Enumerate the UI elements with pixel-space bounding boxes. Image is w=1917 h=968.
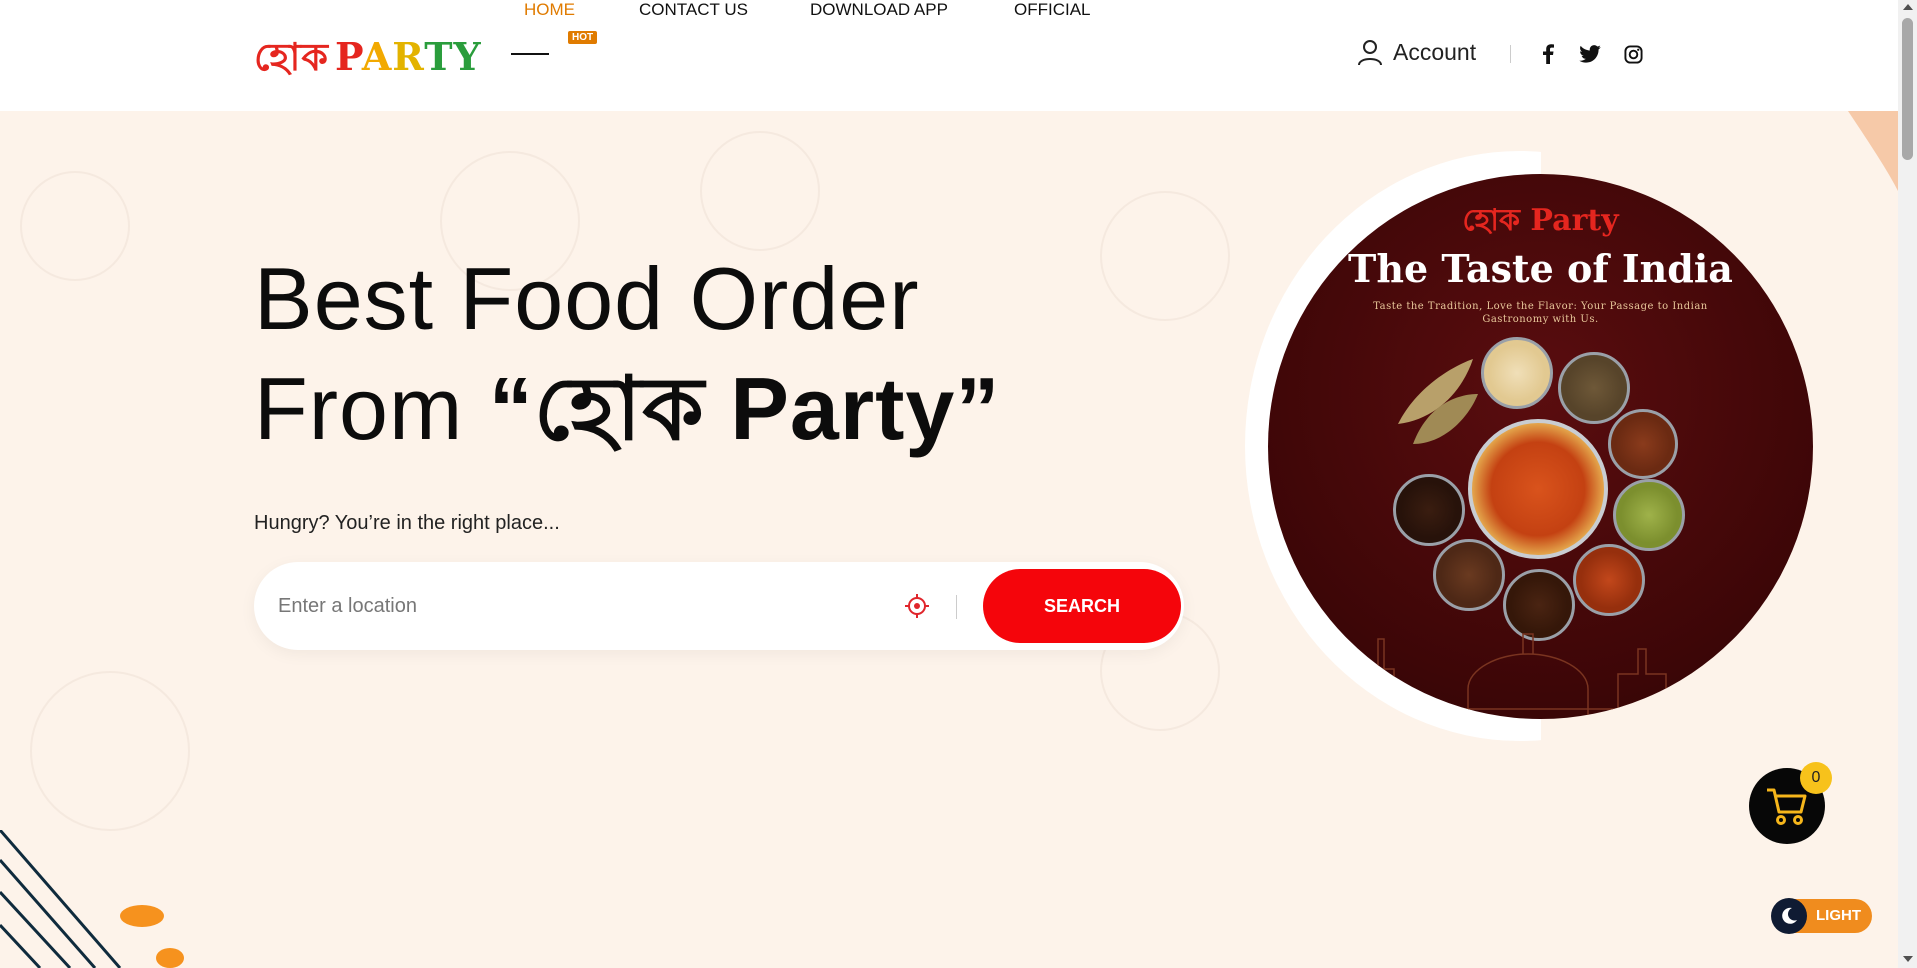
nav-home[interactable]: HOME bbox=[524, 0, 575, 20]
poster-logo: হোক Party bbox=[1268, 196, 1813, 247]
decorative-stripes bbox=[0, 830, 184, 968]
location-search-bar: SEARCH bbox=[254, 562, 1184, 650]
poster-subtitle: Taste the Tradition, Love the Flavor: Yo… bbox=[1373, 301, 1708, 325]
spice-bowl bbox=[1613, 479, 1685, 551]
theme-toggle[interactable]: LIGHT bbox=[1771, 898, 1872, 934]
hero-headline-line1: Best Food Order bbox=[254, 249, 920, 348]
user-icon bbox=[1358, 40, 1382, 66]
logo-party-text: PARTY bbox=[335, 34, 482, 79]
hero-headline-prefix: From bbox=[254, 359, 489, 458]
taste-of-india-poster: হোক Party The Taste of India Taste the T… bbox=[1268, 174, 1813, 719]
background-doodle bbox=[20, 171, 130, 281]
biryani-bowl bbox=[1468, 419, 1608, 559]
page-scrollbar[interactable] bbox=[1898, 0, 1917, 968]
search-button[interactable]: SEARCH bbox=[983, 569, 1181, 643]
spice-bowl bbox=[1393, 474, 1465, 546]
instagram-icon[interactable] bbox=[1622, 43, 1644, 65]
account-label: Account bbox=[1393, 38, 1477, 65]
hero-headline-brand: “হোক Party” bbox=[488, 359, 1001, 458]
theme-toggle-label: LIGHT bbox=[1816, 907, 1861, 924]
brand-logo[interactable]: হোক PARTY bbox=[254, 28, 482, 92]
spice-bowl bbox=[1608, 409, 1678, 479]
moon-icon bbox=[1771, 898, 1807, 934]
hero-tagline: Hungry? You’re in the right place... bbox=[254, 512, 560, 534]
poster-logo-text: হোক Party bbox=[1462, 203, 1619, 238]
site-header: হোক PARTY HOME HOT CONTACT US DOWNLOAD A… bbox=[0, 0, 1898, 111]
account-link[interactable]: Account bbox=[1357, 38, 1476, 66]
spice-bowl bbox=[1481, 337, 1553, 409]
scroll-down-arrow-icon[interactable] bbox=[1903, 956, 1913, 962]
background-doodle bbox=[1100, 191, 1230, 321]
shopping-cart-icon bbox=[1767, 788, 1807, 825]
facebook-icon[interactable] bbox=[1537, 43, 1559, 65]
nav-download-app[interactable]: DOWNLOAD APP bbox=[810, 0, 948, 20]
twitter-icon[interactable] bbox=[1579, 43, 1601, 65]
scroll-thumb[interactable] bbox=[1902, 18, 1913, 160]
nav-home-strike-decoration bbox=[511, 53, 549, 55]
monument-skyline bbox=[1268, 633, 1813, 719]
poster-title: The Taste of India bbox=[1348, 246, 1733, 291]
scroll-up-arrow-icon[interactable] bbox=[1903, 4, 1913, 10]
search-divider bbox=[956, 595, 957, 619]
background-doodle bbox=[30, 671, 190, 831]
logo-bengali-text: হোক bbox=[254, 34, 329, 79]
location-input[interactable] bbox=[278, 588, 878, 624]
hot-badge: HOT bbox=[568, 31, 598, 44]
nav-official[interactable]: OFFICIAL bbox=[1014, 0, 1091, 20]
corner-decoration bbox=[1848, 111, 1898, 191]
locate-me-icon[interactable] bbox=[904, 593, 930, 619]
spice-bowl bbox=[1558, 352, 1630, 424]
cart-count-badge: 0 bbox=[1800, 762, 1832, 794]
hero-headline-line2: From “হোক Party” bbox=[254, 365, 1000, 453]
background-doodle bbox=[700, 131, 820, 251]
nav-contact-us[interactable]: CONTACT US bbox=[639, 0, 748, 20]
bay-leaves bbox=[1398, 359, 1478, 444]
header-divider bbox=[1510, 45, 1511, 63]
